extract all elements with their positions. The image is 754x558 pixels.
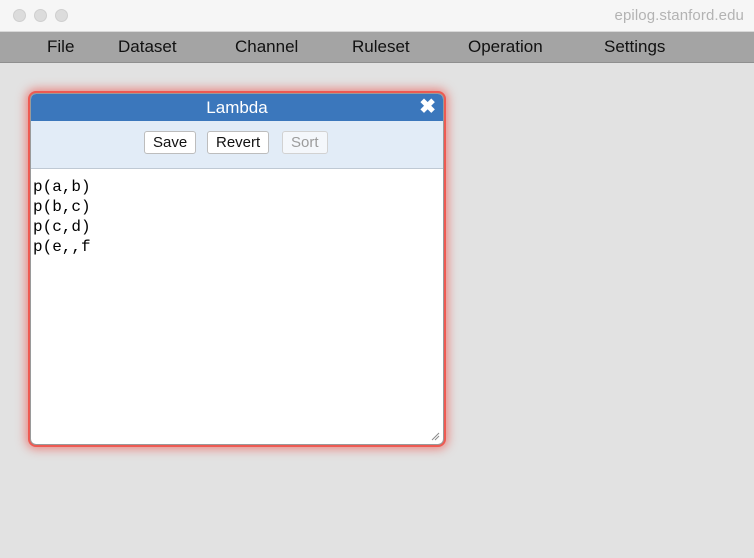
menu-bar: File Dataset Channel Ruleset Operation S… [0,32,754,63]
menu-ruleset[interactable]: Ruleset [352,37,410,57]
title-bar: epilog.stanford.edu [0,0,754,32]
dialog-title: Lambda [206,98,268,117]
menu-dataset[interactable]: Dataset [118,37,177,57]
close-window-button[interactable] [13,9,26,22]
close-icon[interactable]: ✖ [419,95,436,119]
page-url: epilog.stanford.edu [614,7,744,24]
zoom-window-button[interactable] [55,9,68,22]
menu-settings[interactable]: Settings [604,37,665,57]
code-line: p(b,c) [33,198,91,216]
menu-file[interactable]: File [47,37,74,57]
dialog-header[interactable]: Lambda ✖ [31,94,443,121]
minimize-window-button[interactable] [34,9,47,22]
code-line: p(a,b) [33,178,91,196]
code-line: p(e,,f [33,238,91,256]
sort-button: Sort [282,131,328,154]
browser-window: epilog.stanford.edu File Dataset Channel… [0,0,754,558]
save-button[interactable]: Save [144,131,197,154]
resize-grip-icon[interactable] [430,431,440,441]
code-editor[interactable]: p(a,b) p(b,c) p(c,d) p(e,,f [31,169,443,444]
menu-channel[interactable]: Channel [235,37,298,57]
menu-operation[interactable]: Operation [468,37,543,57]
dialog-toolbar: Save Revert Sort [31,121,443,169]
revert-button[interactable]: Revert [207,131,270,154]
lambda-dialog: Lambda ✖ Save Revert Sort p(a,b) p(b,c) … [30,93,444,445]
code-line: p(c,d) [33,218,91,236]
